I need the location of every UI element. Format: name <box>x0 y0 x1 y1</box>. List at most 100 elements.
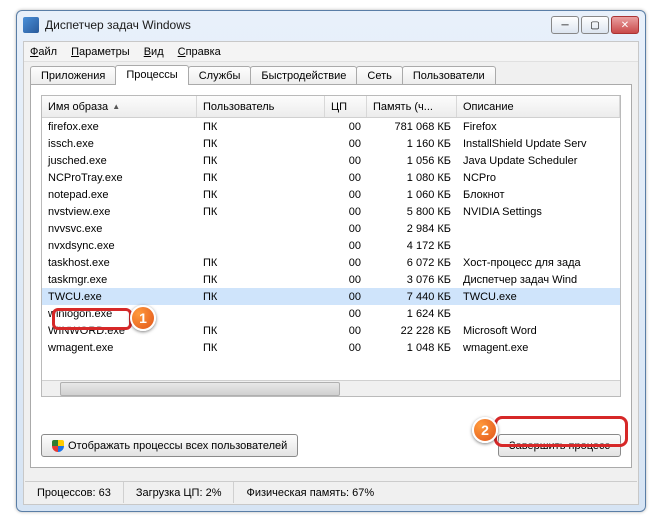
table-row[interactable]: winlogon.exe001 624 КБ <box>42 305 620 322</box>
menu-help[interactable]: Справка <box>178 46 221 58</box>
cell-cpu: 00 <box>325 121 367 133</box>
tab-network[interactable]: Сеть <box>356 66 402 85</box>
cell-image: nvstview.exe <box>42 206 197 218</box>
cell-cpu: 00 <box>325 325 367 337</box>
table-row[interactable]: jusched.exeПК001 056 КБJava Update Sched… <box>42 152 620 169</box>
scrollbar-thumb[interactable] <box>60 382 340 396</box>
table-row[interactable]: NCProTray.exeПК001 080 КБNCPro <box>42 169 620 186</box>
end-process-label: Завершить процесс <box>509 440 610 452</box>
cell-image: nvxdsync.exe <box>42 240 197 252</box>
cell-image: nvvsvc.exe <box>42 223 197 235</box>
menu-view[interactable]: Вид <box>144 46 164 58</box>
uac-shield-icon <box>52 440 64 452</box>
cell-image: taskmgr.exe <box>42 274 197 286</box>
column-memory[interactable]: Память (ч... <box>367 96 457 117</box>
cell-image: issch.exe <box>42 138 197 150</box>
tab-performance[interactable]: Быстродействие <box>250 66 357 85</box>
cell-user: ПК <box>197 325 325 337</box>
statusbar: Процессов: 63 Загрузка ЦП: 2% Физическая… <box>25 481 637 503</box>
cell-user: ПК <box>197 342 325 354</box>
cell-mem: 3 076 КБ <box>367 274 457 286</box>
column-description[interactable]: Описание <box>457 96 620 117</box>
end-process-button[interactable]: Завершить процесс <box>498 434 621 457</box>
cell-desc: TWCU.exe <box>457 291 620 303</box>
tab-services[interactable]: Службы <box>188 66 252 85</box>
process-listview[interactable]: Имя образа▲ Пользователь ЦП Память (ч...… <box>41 95 621 397</box>
show-all-users-button[interactable]: Отображать процессы всех пользователей <box>41 434 298 457</box>
cell-image: firefox.exe <box>42 121 197 133</box>
listview-header: Имя образа▲ Пользователь ЦП Память (ч...… <box>42 96 620 118</box>
table-row[interactable]: nvvsvc.exe002 984 КБ <box>42 220 620 237</box>
horizontal-scrollbar[interactable] <box>42 380 620 397</box>
cell-image: WINWORD.exe <box>42 325 197 337</box>
show-all-users-label: Отображать процессы всех пользователей <box>68 440 287 452</box>
cell-desc: wmagent.exe <box>457 342 620 354</box>
menu-file[interactable]: Файл <box>30 46 57 58</box>
maximize-button[interactable]: ▢ <box>581 16 609 34</box>
status-cpu: Загрузка ЦП: 2% <box>124 482 235 503</box>
cell-user: ПК <box>197 121 325 133</box>
cell-cpu: 00 <box>325 257 367 269</box>
table-row[interactable]: taskmgr.exeПК003 076 КБДиспетчер задач W… <box>42 271 620 288</box>
cell-cpu: 00 <box>325 291 367 303</box>
cell-mem: 1 056 КБ <box>367 155 457 167</box>
tab-strip: Приложения Процессы Службы Быстродействи… <box>24 62 638 84</box>
cell-mem: 5 800 КБ <box>367 206 457 218</box>
cell-user: ПК <box>197 206 325 218</box>
column-cpu[interactable]: ЦП <box>325 96 367 117</box>
table-row[interactable]: wmagent.exeПК001 048 КБwmagent.exe <box>42 339 620 356</box>
cell-image: jusched.exe <box>42 155 197 167</box>
window-frame: Диспетчер задач Windows ─ ▢ ✕ Файл Парам… <box>16 10 646 512</box>
cell-cpu: 00 <box>325 240 367 252</box>
table-row[interactable]: taskhost.exeПК006 072 КБХост-процесс для… <box>42 254 620 271</box>
cell-mem: 1 624 КБ <box>367 308 457 320</box>
cell-desc: InstallShield Update Serv <box>457 138 620 150</box>
titlebar[interactable]: Диспетчер задач Windows ─ ▢ ✕ <box>17 11 645 39</box>
cell-mem: 22 228 КБ <box>367 325 457 337</box>
window-title: Диспетчер задач Windows <box>45 18 551 32</box>
cell-image: winlogon.exe <box>42 308 197 320</box>
cell-user: ПК <box>197 155 325 167</box>
table-row[interactable]: nvstview.exeПК005 800 КБNVIDIA Settings <box>42 203 620 220</box>
menubar: Файл Параметры Вид Справка <box>24 42 638 62</box>
minimize-button[interactable]: ─ <box>551 16 579 34</box>
table-row[interactable]: nvxdsync.exe 004 172 КБ <box>42 237 620 254</box>
cell-mem: 1 080 КБ <box>367 172 457 184</box>
cell-image: NCProTray.exe <box>42 172 197 184</box>
cell-mem: 781 068 КБ <box>367 121 457 133</box>
table-row[interactable]: TWCU.exeПК007 440 КБTWCU.exe <box>42 288 620 305</box>
column-user[interactable]: Пользователь <box>197 96 325 117</box>
cell-cpu: 00 <box>325 223 367 235</box>
column-image-name[interactable]: Имя образа▲ <box>42 96 197 117</box>
cell-user: ПК <box>197 189 325 201</box>
app-icon <box>23 17 39 33</box>
cell-desc: NCPro <box>457 172 620 184</box>
close-button[interactable]: ✕ <box>611 16 639 34</box>
cell-cpu: 00 <box>325 172 367 184</box>
cell-image: TWCU.exe <box>42 291 197 303</box>
cell-mem: 1 048 КБ <box>367 342 457 354</box>
menu-options[interactable]: Параметры <box>71 46 130 58</box>
cell-mem: 1 160 КБ <box>367 138 457 150</box>
table-row[interactable]: firefox.exeПК00781 068 КБFirefox <box>42 118 620 135</box>
tab-processes[interactable]: Процессы <box>115 65 188 85</box>
table-row[interactable]: notepad.exeПК001 060 КББлокнот <box>42 186 620 203</box>
cell-user: ПК <box>197 274 325 286</box>
cell-mem: 4 172 КБ <box>367 240 457 252</box>
cell-desc: Java Update Scheduler <box>457 155 620 167</box>
cell-user: ПК <box>197 291 325 303</box>
cell-user: ПК <box>197 257 325 269</box>
cell-desc: Диспетчер задач Wind <box>457 274 620 286</box>
listview-body[interactable]: firefox.exeПК00781 068 КБFirefoxissch.ex… <box>42 118 620 380</box>
client-area: Файл Параметры Вид Справка Приложения Пр… <box>23 41 639 505</box>
table-row[interactable]: issch.exeПК001 160 КБInstallShield Updat… <box>42 135 620 152</box>
tab-users[interactable]: Пользователи <box>402 66 496 85</box>
cell-cpu: 00 <box>325 138 367 150</box>
sort-ascending-icon: ▲ <box>112 102 120 111</box>
status-memory: Физическая память: 67% <box>234 482 637 503</box>
cell-desc: NVIDIA Settings <box>457 206 620 218</box>
tab-applications[interactable]: Приложения <box>30 66 116 85</box>
table-row[interactable]: WINWORD.exeПК0022 228 КБMicrosoft Word <box>42 322 620 339</box>
cell-cpu: 00 <box>325 342 367 354</box>
cell-cpu: 00 <box>325 155 367 167</box>
